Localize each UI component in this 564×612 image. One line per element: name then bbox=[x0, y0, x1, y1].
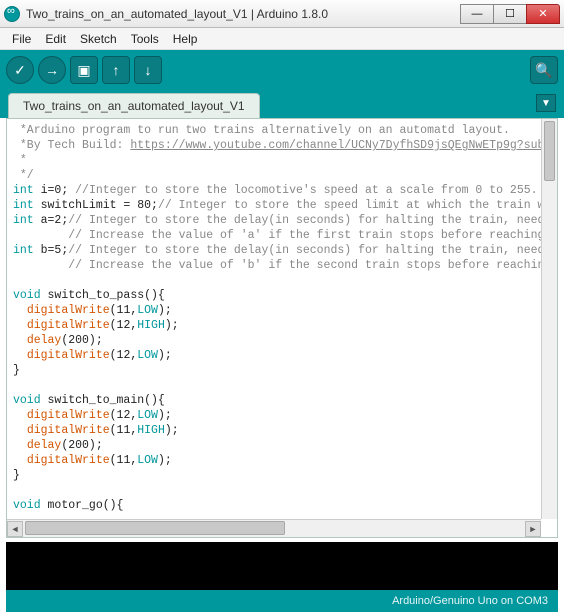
upload-button[interactable]: → bbox=[38, 56, 66, 84]
menu-file[interactable]: File bbox=[6, 30, 37, 48]
close-button[interactable]: ✕ bbox=[526, 4, 560, 24]
maximize-button[interactable]: ☐ bbox=[493, 4, 527, 24]
verify-button[interactable]: ✓ bbox=[6, 56, 34, 84]
menu-tools[interactable]: Tools bbox=[125, 30, 165, 48]
menu-help[interactable]: Help bbox=[167, 30, 204, 48]
window-controls: — ☐ ✕ bbox=[461, 4, 560, 24]
serial-monitor-button[interactable]: 🔍 bbox=[530, 56, 558, 84]
arduino-app-icon bbox=[4, 6, 20, 22]
status-bar: Arduino/Genuino Uno on COM3 bbox=[6, 590, 558, 612]
minimize-button[interactable]: — bbox=[460, 4, 494, 24]
window-title: Two_trains_on_an_automated_layout_V1 | A… bbox=[26, 7, 461, 21]
open-button[interactable]: ↑ bbox=[102, 56, 130, 84]
code-editor[interactable]: *Arduino program to run two trains alter… bbox=[6, 118, 558, 538]
vertical-scroll-thumb[interactable] bbox=[544, 121, 555, 181]
save-button[interactable]: ↓ bbox=[134, 56, 162, 84]
output-console[interactable] bbox=[6, 542, 558, 590]
scroll-left-arrow[interactable]: ◄ bbox=[7, 521, 23, 537]
horizontal-scroll-thumb[interactable] bbox=[25, 521, 285, 535]
tab-menu-dropdown[interactable]: ▼ bbox=[536, 94, 556, 112]
new-button[interactable]: ▣ bbox=[70, 56, 98, 84]
window-titlebar: Two_trains_on_an_automated_layout_V1 | A… bbox=[0, 0, 564, 28]
board-port-label: Arduino/Genuino Uno on COM3 bbox=[392, 595, 548, 607]
scroll-right-arrow[interactable]: ► bbox=[525, 521, 541, 537]
code-area[interactable]: *Arduino program to run two trains alter… bbox=[7, 119, 557, 519]
menu-sketch[interactable]: Sketch bbox=[74, 30, 123, 48]
vertical-scrollbar[interactable] bbox=[541, 119, 557, 519]
menu-edit[interactable]: Edit bbox=[39, 30, 72, 48]
toolbar: ✓ → ▣ ↑ ↓ 🔍 bbox=[0, 50, 564, 90]
horizontal-scrollbar[interactable]: ◄ ► bbox=[7, 519, 541, 537]
tab-strip: Two_trains_on_an_automated_layout_V1 ▼ bbox=[0, 90, 564, 118]
menu-bar: File Edit Sketch Tools Help bbox=[0, 28, 564, 50]
sketch-tab[interactable]: Two_trains_on_an_automated_layout_V1 bbox=[8, 93, 260, 118]
